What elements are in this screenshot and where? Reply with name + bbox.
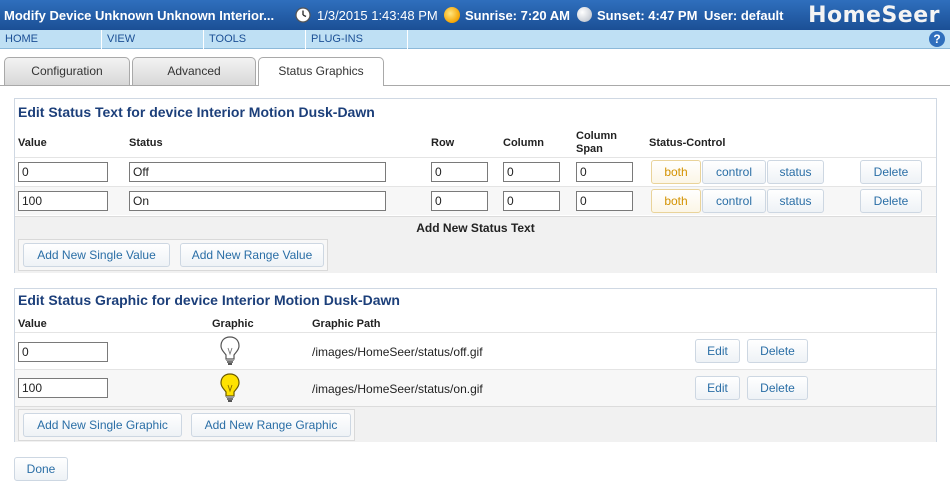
header-column-span-line1: Column xyxy=(576,130,617,142)
menu-bar: HOME VIEW TOOLS PLUG-INS ? xyxy=(0,30,950,49)
menu-view[interactable]: VIEW xyxy=(102,30,204,49)
title-bar: Modify Device Unknown Unknown Interior..… xyxy=(0,0,950,30)
control-button[interactable]: control xyxy=(702,189,766,213)
control-button[interactable]: control xyxy=(702,160,766,184)
header-graphic: Graphic xyxy=(212,318,254,330)
graphic-path-text: /images/HomeSeer/status/off.gif xyxy=(312,345,483,359)
sunset-time: Sunset: 4:47 PM xyxy=(597,8,698,23)
add-single-value-button[interactable]: Add New Single Value xyxy=(23,243,170,267)
column-span-input[interactable] xyxy=(576,191,633,211)
status-graphic-row: /images/HomeSeer/status/off.gif Edit Del… xyxy=(15,332,936,369)
status-text-title: Edit Status Text for device Interior Mot… xyxy=(18,104,375,120)
menu-plug-ins[interactable]: PLUG-INS xyxy=(306,30,408,49)
tab-configuration[interactable]: Configuration xyxy=(4,57,130,85)
add-range-value-button[interactable]: Add New Range Value xyxy=(180,243,324,267)
row-input[interactable] xyxy=(431,191,488,211)
column-span-input[interactable] xyxy=(576,162,633,182)
header-graphic-path: Graphic Path xyxy=(312,318,381,330)
header-value: Value xyxy=(18,137,47,149)
status-graphic-title: Edit Status Graphic for device Interior … xyxy=(18,292,400,308)
menu-home[interactable]: HOME xyxy=(0,30,102,49)
window-title: Modify Device Unknown Unknown Interior..… xyxy=(4,8,275,23)
header-row: Row xyxy=(431,137,455,149)
status-text-panel: Edit Status Text for device Interior Mot… xyxy=(14,98,937,273)
status-graphic-panel: Edit Status Graphic for device Interior … xyxy=(14,288,937,442)
row-input[interactable] xyxy=(431,162,488,182)
sunrise-time: Sunrise: 7:20 AM xyxy=(465,8,570,23)
column-input[interactable] xyxy=(503,191,560,211)
header-status: Status xyxy=(129,137,163,149)
bulb-off-icon xyxy=(220,336,240,365)
add-range-graphic-button[interactable]: Add New Range Graphic xyxy=(191,413,351,437)
tab-status-graphics[interactable]: Status Graphics xyxy=(258,57,384,86)
column-input[interactable] xyxy=(503,162,560,182)
graphic-path-text: /images/HomeSeer/status/on.gif xyxy=(312,382,483,396)
header-graphic-value: Value xyxy=(18,318,47,330)
graphic-value-input[interactable] xyxy=(18,378,108,398)
edit-button[interactable]: Edit xyxy=(695,376,740,400)
delete-button[interactable]: Delete xyxy=(747,376,808,400)
clock-icon xyxy=(295,7,311,23)
delete-button[interactable]: Delete xyxy=(747,339,808,363)
value-input[interactable] xyxy=(18,191,108,211)
bulb-on-icon xyxy=(220,373,240,402)
value-input[interactable] xyxy=(18,162,108,182)
delete-button[interactable]: Delete xyxy=(860,189,922,213)
done-button[interactable]: Done xyxy=(14,457,68,481)
status-text-row: both control status Delete xyxy=(15,186,936,215)
status-input[interactable] xyxy=(129,162,386,182)
header-status-control: Status-Control xyxy=(649,137,726,149)
help-icon[interactable]: ? xyxy=(929,31,945,47)
status-graphic-row: /images/HomeSeer/status/on.gif Edit Dele… xyxy=(15,369,936,406)
add-single-graphic-button[interactable]: Add New Single Graphic xyxy=(23,413,182,437)
menu-tools[interactable]: TOOLS xyxy=(204,30,306,49)
edit-button[interactable]: Edit xyxy=(695,339,740,363)
status-text-row: both control status Delete xyxy=(15,157,936,186)
graphic-value-input[interactable] xyxy=(18,342,108,362)
both-button[interactable]: both xyxy=(651,160,701,184)
status-button[interactable]: status xyxy=(767,189,824,213)
add-status-graphic-bar: Add New Single Graphic Add New Range Gra… xyxy=(15,406,936,442)
tab-advanced[interactable]: Advanced xyxy=(132,57,256,85)
status-input[interactable] xyxy=(129,191,386,211)
both-button[interactable]: both xyxy=(651,189,701,213)
header-column-span-line2: Span xyxy=(576,143,603,155)
moon-icon xyxy=(577,7,592,22)
current-datetime: 1/3/2015 1:43:48 PM xyxy=(317,8,438,23)
add-status-text-title: Add New Status Text xyxy=(416,221,535,235)
tab-divider xyxy=(0,85,950,86)
homeseer-logo: HomeSeer xyxy=(808,3,940,28)
add-status-text-bar: Add New Status Text Add New Single Value… xyxy=(15,216,936,273)
header-column: Column xyxy=(503,137,544,149)
sun-icon xyxy=(444,7,460,23)
current-user: User: default xyxy=(704,8,784,23)
status-button[interactable]: status xyxy=(767,160,824,184)
delete-button[interactable]: Delete xyxy=(860,160,922,184)
